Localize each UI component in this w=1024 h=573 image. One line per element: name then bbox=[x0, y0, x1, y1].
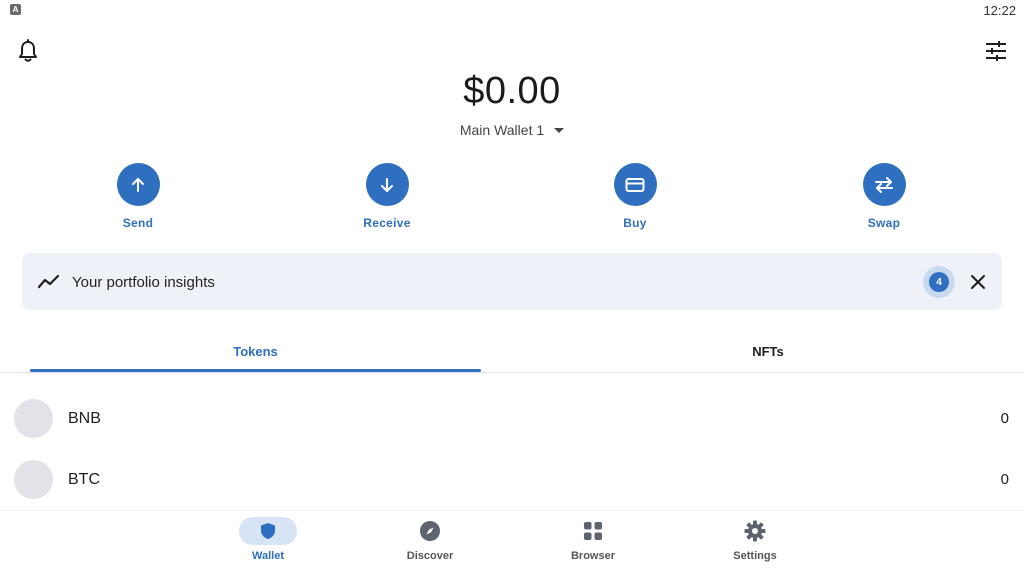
send-label: Send bbox=[122, 216, 154, 230]
buy-label: Buy bbox=[623, 216, 647, 230]
swap-label: Swap bbox=[867, 216, 901, 230]
nav-wallet[interactable]: Wallet bbox=[223, 517, 313, 562]
tab-tokens[interactable]: Tokens bbox=[30, 330, 481, 372]
gear-icon bbox=[726, 517, 784, 545]
insights-count: 4 bbox=[929, 272, 949, 292]
nav-discover-label: Discover bbox=[406, 550, 454, 562]
arrow-down-icon bbox=[365, 163, 409, 206]
tab-nfts[interactable]: NFTs bbox=[512, 330, 1024, 372]
card-icon bbox=[613, 163, 657, 206]
wallet-selector[interactable]: Main Wallet 1 bbox=[0, 122, 1024, 138]
close-icon[interactable] bbox=[967, 271, 989, 293]
nav-browser-label: Browser bbox=[570, 550, 616, 562]
status-bar: A 12:22 bbox=[0, 0, 1024, 20]
grid-icon bbox=[564, 517, 622, 545]
wallet-screen: A 12:22 $0.00 Main Wallet 1 Send Receive… bbox=[0, 0, 1024, 573]
token-avatar bbox=[14, 399, 53, 438]
bottom-navigation: Wallet Discover Browser Settings bbox=[0, 510, 1024, 573]
send-button[interactable]: Send bbox=[98, 163, 178, 230]
nav-settings[interactable]: Settings bbox=[710, 517, 800, 562]
swap-icon bbox=[862, 163, 906, 206]
wallet-name: Main Wallet 1 bbox=[459, 122, 545, 138]
token-row-btc[interactable]: BTC 0 bbox=[0, 449, 1024, 511]
shield-icon bbox=[239, 517, 297, 545]
compass-icon bbox=[401, 517, 459, 545]
receive-button[interactable]: Receive bbox=[347, 163, 427, 230]
sliders-icon[interactable] bbox=[981, 36, 1011, 66]
token-avatar bbox=[14, 460, 53, 499]
insights-count-badge: 4 bbox=[923, 266, 955, 298]
token-balance: 0 bbox=[1000, 410, 1009, 427]
action-row: Send Receive Buy Swap bbox=[0, 163, 1024, 233]
token-balance: 0 bbox=[1000, 471, 1009, 488]
receive-label: Receive bbox=[363, 216, 411, 230]
token-row-bnb[interactable]: BNB 0 bbox=[0, 388, 1024, 450]
swap-button[interactable]: Swap bbox=[844, 163, 924, 230]
buy-button[interactable]: Buy bbox=[595, 163, 675, 230]
caret-down-icon bbox=[554, 127, 565, 133]
nav-discover[interactable]: Discover bbox=[385, 517, 475, 562]
nav-wallet-label: Wallet bbox=[252, 550, 284, 562]
status-time: 12:22 bbox=[983, 3, 1016, 18]
nav-settings-label: Settings bbox=[733, 550, 777, 562]
bell-icon[interactable] bbox=[13, 36, 43, 66]
token-symbol: BTC bbox=[68, 471, 100, 488]
trend-line-icon bbox=[37, 271, 61, 293]
insights-text: Your portfolio insights bbox=[72, 274, 215, 291]
arrow-up-icon bbox=[116, 163, 160, 206]
nav-browser[interactable]: Browser bbox=[548, 517, 638, 562]
portfolio-insights-banner[interactable]: Your portfolio insights 4 bbox=[22, 253, 1002, 310]
status-app-icon: A bbox=[10, 4, 21, 15]
token-symbol: BNB bbox=[68, 410, 101, 427]
total-balance: $0.00 bbox=[463, 70, 561, 112]
asset-tabs: Tokens NFTs bbox=[0, 330, 1024, 373]
